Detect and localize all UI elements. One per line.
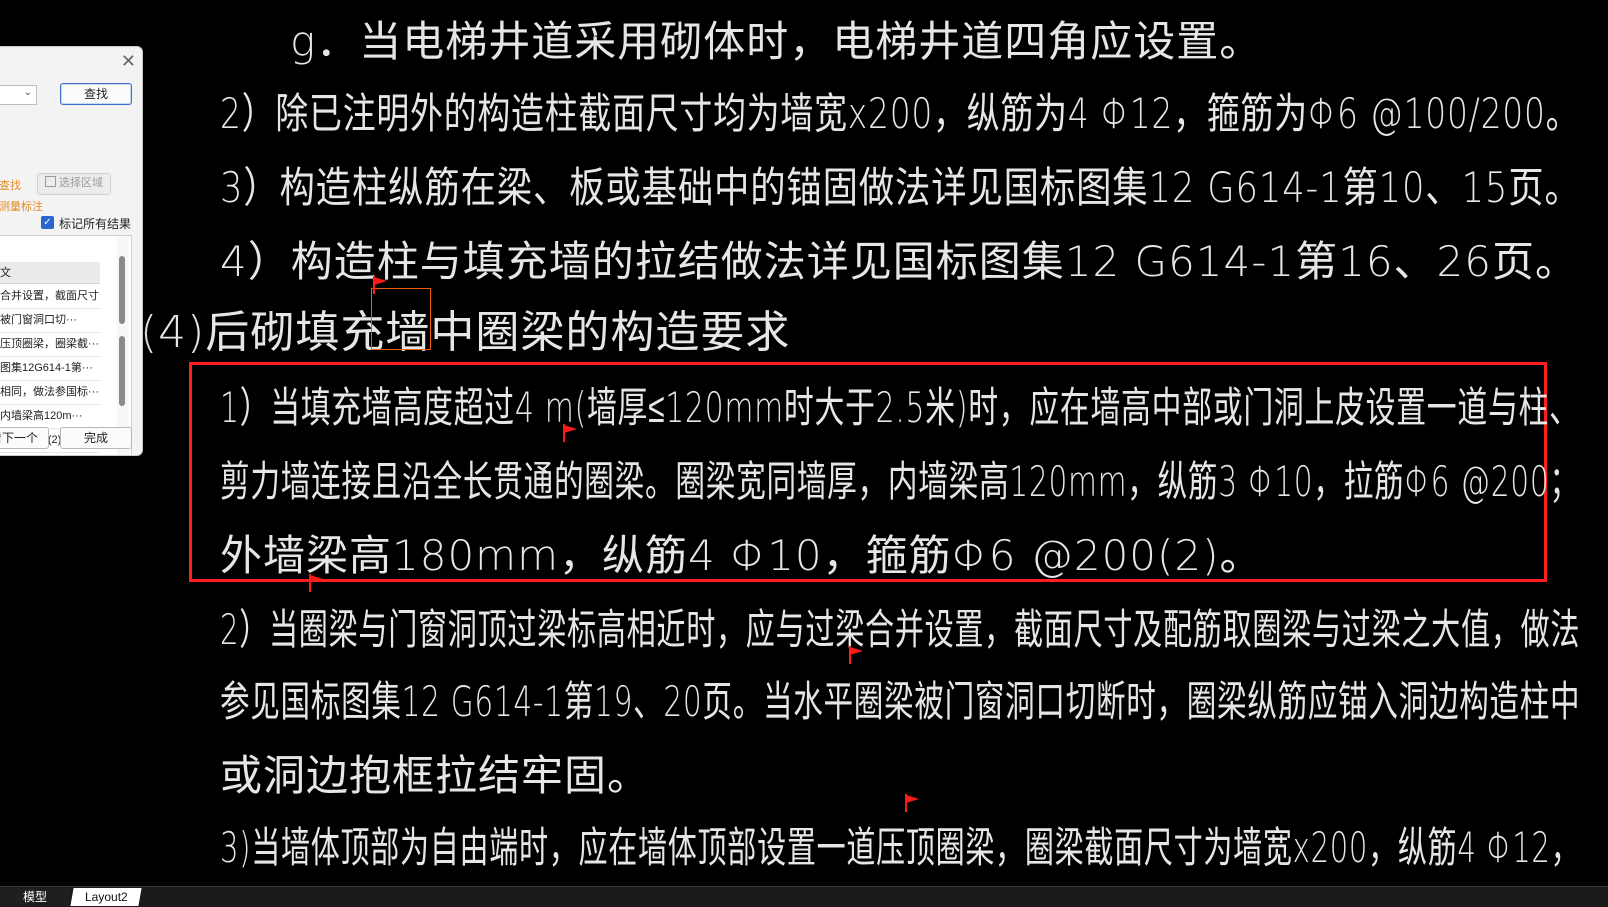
search-hit-highlight [371, 288, 431, 350]
section-heading-keyword: 圈梁 [475, 307, 566, 358]
done-button[interactable]: 完成 [60, 427, 132, 449]
results-list[interactable]: 文 合并设置，截面尺寸· 被门窗洞口切··· 压顶圈梁，圈梁截··· 图集12G… [0, 235, 132, 455]
section-heading-text-a: 后砌填充墙中 [205, 307, 476, 358]
list-item[interactable]: 相同，做法参国标··· [0, 381, 100, 405]
flag-icon [905, 794, 919, 812]
tab-model[interactable]: 模型 [0, 888, 70, 906]
list-item[interactable]: 被门窗洞口切··· [0, 309, 100, 333]
list-item[interactable]: 图集12G614-1第··· [0, 357, 100, 381]
tab-layout2[interactable]: Layout2 [70, 888, 142, 906]
list-item[interactable]: 内墙梁高120m··· [0, 405, 100, 429]
scrollbar-thumb-lower[interactable] [119, 336, 125, 406]
canvas-line-p2c: 或洞边抱框拉结牢固。 [220, 751, 651, 800]
canvas-line-3: 3）构造柱纵筋在梁、板或基础中的锚固做法详见国标图集12 G614-1第10、1… [220, 163, 1581, 212]
results-scrollbar[interactable] [117, 236, 129, 455]
results-list-header: 文 [0, 262, 100, 284]
find-button[interactable]: 查找 [60, 83, 132, 105]
tab-layout2-label: Layout2 [84, 890, 128, 904]
close-icon[interactable]: ✕ [121, 51, 136, 72]
tab-model-label: 模型 [22, 890, 47, 904]
select-area-label: 选择区域 [59, 177, 103, 189]
scrollbar-thumb-upper[interactable] [119, 256, 125, 324]
section-number: (4) [140, 307, 206, 358]
canvas-line-p1b: 剪力墙连接且沿全长贯通的圈梁。圈梁宽同墙厚，内墙梁高120mm，纵筋3 Φ10，… [220, 457, 1580, 506]
canvas-line-p1a: 1）当填充墙高度超过4 m(墙厚≤120mm时大于2.5米)时，应在墙高中部或门… [220, 383, 1580, 432]
layout-tab-bar: 模型 Layout2 [0, 886, 1608, 907]
canvas-line-p3: 3)当墙体顶部为自由端时，应在墙体顶部设置一道压顶圈梁，圈梁截面尺寸为墙宽x20… [220, 823, 1581, 872]
select-area-button[interactable]: 选择区域 [37, 173, 111, 195]
mark-all-label: 标记所有结果 [59, 217, 132, 231]
find-link[interactable]: 查找 [0, 177, 21, 193]
find-button-label: 查找 [83, 87, 108, 101]
canvas-line-2: 2）除已注明外的构造柱截面尺寸均为墙宽x200，纵筋为4 Φ12，箍筋为Φ6 @… [220, 89, 1580, 138]
canvas-line-p1c: 外墙梁高180mm，纵筋4 Φ10，箍筋Φ6 @200(2)。 [220, 531, 1263, 580]
find-next-button[interactable]: 看下一个 [0, 427, 49, 449]
canvas-line-g: g．当电梯井道采用砌体时，电梯井道四角应设置。 [290, 17, 1263, 66]
list-item[interactable]: 压顶圈梁，圈梁截··· [0, 333, 100, 357]
measure-label[interactable]: 测量标注 [0, 198, 43, 214]
find-dialog: ✕ ⌄ 查找 查找 选择区域 测量标注 ✓ 标记所有结果 文 合并设置，截面尺寸… [0, 46, 143, 456]
mark-all-checkbox[interactable]: ✓ [41, 216, 54, 229]
canvas-line-p2a: 2）当圈梁与门窗洞顶过梁标高相近时，应与过梁合并设置，截面尺寸及配筋取圈梁与过梁… [220, 605, 1581, 654]
flag-icon [563, 424, 577, 442]
list-item[interactable]: 合并设置，截面尺寸· [0, 285, 100, 309]
find-next-label: 看下一个 [0, 431, 38, 445]
done-label: 完成 [83, 431, 108, 445]
flag-icon [309, 574, 323, 592]
flag-icon [373, 276, 387, 294]
flag-icon [849, 646, 863, 664]
section-heading-text-b: 的构造要求 [565, 307, 791, 358]
find-scope-dropdown[interactable]: ⌄ [0, 85, 37, 105]
select-area-icon [45, 176, 56, 187]
canvas-line-p2b: 参见国标图集12 G614-1第19、20页。当水平圈梁被门窗洞口切断时，圈梁纵… [220, 677, 1581, 726]
chevron-down-icon: ⌄ [23, 87, 32, 98]
section-heading: (4)后砌填充墙中圈梁的构造要求 [140, 296, 790, 360]
cad-canvas[interactable]: g．当电梯井道采用砌体时，电梯井道四角应设置。 2）除已注明外的构造柱截面尺寸均… [0, 0, 1608, 886]
canvas-line-4: 4）构造柱与填充墙的拉结做法详见国标图集12 G614-1第16、26页。 [220, 237, 1578, 286]
